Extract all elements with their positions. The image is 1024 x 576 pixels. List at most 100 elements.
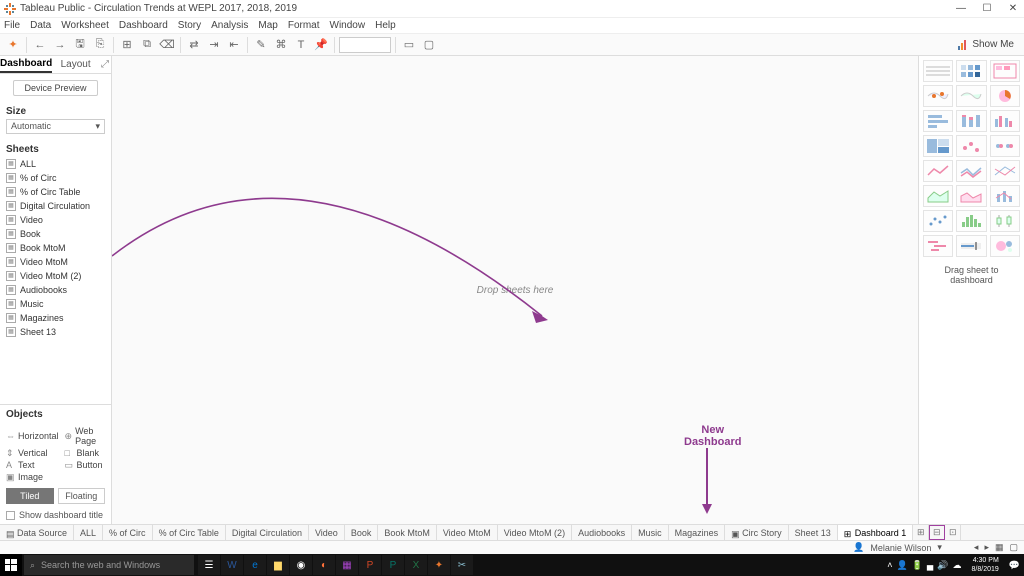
sheet-item[interactable]: ▦Digital Circulation [4, 199, 107, 213]
sheet-item[interactable]: ▦% of Circ Table [4, 185, 107, 199]
tray-user-icon[interactable]: 👤 [896, 560, 907, 571]
new-data-button[interactable]: ⎘ [91, 36, 109, 54]
taskbar-app-tableau[interactable]: ✦ [428, 555, 450, 575]
sheet-tab[interactable]: Digital Circulation [226, 525, 309, 540]
menu-worksheet[interactable]: Worksheet [61, 20, 109, 31]
dashboard-canvas[interactable]: Drop sheets here NewDashboard [112, 56, 918, 524]
viz-area-disc[interactable] [956, 185, 986, 207]
size-select[interactable]: Automatic▾ [6, 119, 105, 134]
pin-button[interactable]: 📌 [312, 36, 330, 54]
new-story-tab[interactable]: ⊡ [945, 525, 961, 540]
viz-hbar[interactable] [923, 110, 953, 132]
tray-battery-icon[interactable]: 🔋 [912, 560, 923, 571]
sheet-item[interactable]: ▦Video MtoM [4, 255, 107, 269]
back-button[interactable]: ← [31, 36, 49, 54]
sheet-tab[interactable]: Video MtoM [437, 525, 498, 540]
viz-pie[interactable] [990, 85, 1020, 107]
menu-format[interactable]: Format [288, 20, 320, 31]
viz-text-table[interactable] [923, 60, 953, 82]
viz-scatter[interactable] [923, 210, 953, 232]
sheet-tab[interactable]: Book MtoM [378, 525, 437, 540]
viz-gantt[interactable] [923, 235, 953, 257]
menu-help[interactable]: Help [375, 20, 396, 31]
tab-layout[interactable]: Layout [52, 56, 99, 73]
viz-heat-map[interactable] [956, 60, 986, 82]
sheet-tab[interactable]: Video [309, 525, 345, 540]
nav-prev-button[interactable]: ◂ [974, 542, 979, 553]
menu-file[interactable]: File [4, 20, 20, 31]
object-image[interactable]: ▣Image [6, 472, 59, 482]
pin-panel-icon[interactable]: ⤢ [99, 56, 111, 73]
sheet-item[interactable]: ▦Audiobooks [4, 283, 107, 297]
user-name[interactable]: Melanie Wilson [870, 543, 931, 553]
sort-asc-button[interactable]: ⇥ [205, 36, 223, 54]
object-webpage[interactable]: ⊕Web Page [65, 426, 105, 446]
taskbar-app-firefox[interactable]: ◐ [313, 555, 335, 575]
viz-highlight-table[interactable] [990, 60, 1020, 82]
minimize-button[interactable]: — [954, 3, 968, 14]
viz-box[interactable] [990, 210, 1020, 232]
viz-line-cont[interactable] [923, 160, 953, 182]
taskbar-app-excel[interactable]: X [405, 555, 427, 575]
task-view-button[interactable]: ☰ [198, 555, 220, 575]
tray-volume-icon[interactable]: 🔊 [937, 560, 948, 571]
sheet-item[interactable]: ▦Video [4, 213, 107, 227]
viz-circle[interactable] [956, 135, 986, 157]
fit-button[interactable]: ▭ [400, 36, 418, 54]
menu-analysis[interactable]: Analysis [211, 20, 248, 31]
tiled-button[interactable]: Tiled [6, 488, 54, 504]
sort-desc-button[interactable]: ⇤ [225, 36, 243, 54]
menu-window[interactable]: Window [330, 20, 366, 31]
viz-treemap[interactable] [923, 135, 953, 157]
sheet-tab[interactable]: Video MtoM (2) [498, 525, 572, 540]
taskbar-app-explorer[interactable]: ▆ [267, 555, 289, 575]
taskbar-app-snip[interactable]: ✂ [451, 555, 473, 575]
group-button[interactable]: ⌘ [272, 36, 290, 54]
sheet-item[interactable]: ▦Video MtoM (2) [4, 269, 107, 283]
floating-button[interactable]: Floating [58, 488, 106, 504]
viz-symbol-map[interactable] [923, 85, 953, 107]
sheet-tab[interactable]: Music [632, 525, 669, 540]
tab-dashboard[interactable]: Dashboard [0, 56, 52, 73]
viz-side-bar[interactable] [990, 110, 1020, 132]
tray-network-icon[interactable]: ▄ [927, 560, 933, 570]
highlight-button[interactable]: ✎ [252, 36, 270, 54]
new-worksheet-button[interactable]: ⊞ [118, 36, 136, 54]
viz-dual-combo[interactable] [990, 185, 1020, 207]
nav-show-button[interactable]: ▢ [1009, 542, 1018, 553]
taskbar-app-word[interactable]: W [221, 555, 243, 575]
tableau-icon[interactable]: ✦ [4, 36, 22, 54]
taskbar-app-chrome[interactable]: ◉ [290, 555, 312, 575]
sheet-item[interactable]: ▦% of Circ [4, 171, 107, 185]
menu-map[interactable]: Map [258, 20, 277, 31]
nav-grid-button[interactable]: ▦ [995, 542, 1004, 553]
notifications-button[interactable]: 💬 [1009, 560, 1020, 571]
tray-up-icon[interactable]: ˄ [887, 560, 892, 570]
sheet-tab[interactable]: % of Circ Table [153, 525, 226, 540]
taskbar-app-powerpoint[interactable]: P [359, 555, 381, 575]
show-me-button[interactable]: Show Me [952, 39, 1020, 50]
label-button[interactable]: T [292, 36, 310, 54]
viz-packed-bubble[interactable] [990, 235, 1020, 257]
swap-button[interactable]: ⇄ [185, 36, 203, 54]
new-dashboard-tab[interactable]: ⊟ [929, 525, 945, 540]
presentation-button[interactable]: ▢ [420, 36, 438, 54]
menu-data[interactable]: Data [30, 20, 51, 31]
story-tab[interactable]: ▣Circ Story [725, 525, 789, 540]
viz-filled-map[interactable] [956, 85, 986, 107]
sheet-tab[interactable]: % of Circ [103, 525, 153, 540]
object-horizontal[interactable]: ⇔Horizontal [6, 426, 59, 446]
taskbar-app-edge[interactable]: e [244, 555, 266, 575]
sheet-tab[interactable]: Sheet 13 [789, 525, 838, 540]
font-select[interactable] [339, 37, 391, 53]
viz-dual-line[interactable] [990, 160, 1020, 182]
taskbar-search[interactable]: ⌕ Search the web and Windows [24, 555, 194, 575]
tray-onedrive-icon[interactable]: ☁ [953, 560, 962, 571]
nav-next-button[interactable]: ▸ [984, 542, 989, 553]
device-preview-button[interactable]: Device Preview [13, 80, 97, 96]
viz-line-disc[interactable] [956, 160, 986, 182]
sheet-item[interactable]: ▦Book MtoM [4, 241, 107, 255]
sheet-item[interactable]: ▦Music [4, 297, 107, 311]
object-blank[interactable]: □Blank [65, 448, 105, 458]
show-title-checkbox[interactable]: Show dashboard title [6, 510, 105, 520]
